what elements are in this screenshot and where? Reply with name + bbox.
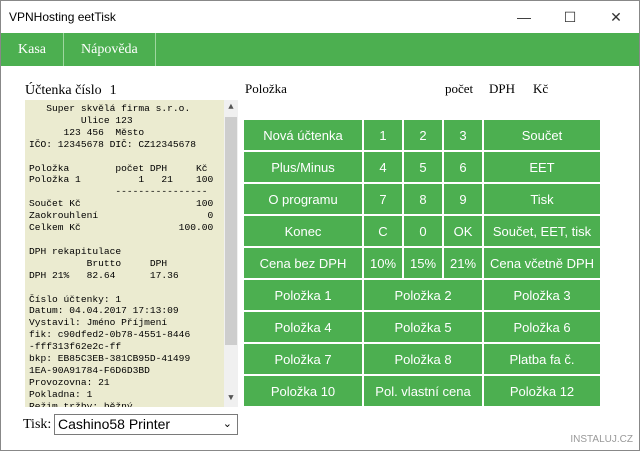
keypad-button[interactable]: Součet, EET, tisk xyxy=(483,215,601,247)
keypad-button[interactable]: Cena bez DPH xyxy=(243,247,363,279)
watermark: INSTALUJ.CZ xyxy=(570,434,633,445)
keypad-button[interactable]: Položka 5 xyxy=(363,311,483,343)
receipt-label: Účtenka číslo xyxy=(25,83,102,98)
keypad-button[interactable]: Položka 1 xyxy=(243,279,363,311)
keypad-button[interactable]: Položka 12 xyxy=(483,375,601,407)
keypad-button[interactable]: 10% xyxy=(363,247,403,279)
keypad-button[interactable]: Položka 3 xyxy=(483,279,601,311)
keypad-button[interactable]: 0 xyxy=(403,215,443,247)
header-item: Položka xyxy=(245,81,287,96)
receipt-text: Super skvělá firma s.r.o. Ulice 123 123 … xyxy=(29,103,214,407)
keypad-button[interactable]: O programu xyxy=(243,183,363,215)
keypad-button[interactable]: 4 xyxy=(363,151,403,183)
keypad-button[interactable]: C xyxy=(363,215,403,247)
keypad-button[interactable]: Konec xyxy=(243,215,363,247)
scroll-up-icon[interactable]: ▲ xyxy=(224,102,238,114)
keypad-button[interactable]: Nová účtenka xyxy=(243,119,363,151)
maximize-button[interactable]: ☐ xyxy=(547,9,593,26)
keypad-button[interactable]: 6 xyxy=(443,151,483,183)
menu-napoveda[interactable]: Nápověda xyxy=(64,33,156,66)
keypad-button[interactable]: 9 xyxy=(443,183,483,215)
header-vat: DPH xyxy=(489,81,516,96)
keypad-button[interactable]: 21% xyxy=(443,247,483,279)
menu-bar: Kasa Nápověda xyxy=(1,33,639,66)
scroll-down-icon[interactable]: ▼ xyxy=(224,393,238,405)
keypad-button[interactable]: 7 xyxy=(363,183,403,215)
keypad-button[interactable]: 2 xyxy=(403,119,443,151)
receipt-preview[interactable]: Super skvělá firma s.r.o. Ulice 123 123 … xyxy=(25,100,238,407)
keypad-button[interactable]: Položka 4 xyxy=(243,311,363,343)
receipt-scrollbar[interactable]: ▲ ▼ xyxy=(224,100,238,407)
close-button[interactable]: ✕ xyxy=(593,9,639,26)
keypad-button[interactable]: Položka 6 xyxy=(483,311,601,343)
window-title: VPNHosting eetTisk xyxy=(9,10,116,24)
keypad-button[interactable]: 15% xyxy=(403,247,443,279)
scroll-thumb[interactable] xyxy=(225,117,237,345)
keypad-button[interactable]: 1 xyxy=(363,119,403,151)
keypad-button[interactable]: Položka 10 xyxy=(243,375,363,407)
keypad-button[interactable]: Položka 7 xyxy=(243,343,363,375)
keypad-button[interactable]: Plus/Minus xyxy=(243,151,363,183)
header-czk: Kč xyxy=(533,81,549,96)
minimize-button[interactable]: — xyxy=(501,9,547,25)
receipt-number-label: Účtenka číslo 1 xyxy=(25,83,117,99)
receipt-number: 1 xyxy=(109,83,117,98)
keypad-button[interactable]: Tisk xyxy=(483,183,601,215)
menu-kasa[interactable]: Kasa xyxy=(1,33,64,66)
keypad-grid: Nová účtenka 1 2 3 Součet Plus/Minus 4 5 6 EET O p… xyxy=(243,119,601,407)
keypad-button[interactable]: 8 xyxy=(403,183,443,215)
keypad-button[interactable]: Cena včetně DPH xyxy=(483,247,601,279)
keypad-button[interactable]: Položka 2 xyxy=(363,279,483,311)
keypad-button[interactable]: 3 xyxy=(443,119,483,151)
keypad-button[interactable]: Položka 8 xyxy=(363,343,483,375)
keypad-button[interactable]: EET xyxy=(483,151,601,183)
keypad-button[interactable]: Platba fa č. xyxy=(483,343,601,375)
keypad-button[interactable]: Pol. vlastní cena xyxy=(363,375,483,407)
header-count: počet xyxy=(445,81,474,96)
title-bar: VPNHosting eetTisk — ☐ ✕ xyxy=(1,1,639,33)
keypad-button[interactable]: OK xyxy=(443,215,483,247)
keypad-button[interactable]: Součet xyxy=(483,119,601,151)
keypad-button[interactable]: 5 xyxy=(403,151,443,183)
print-label: Tisk: xyxy=(23,417,52,432)
printer-value: Cashino58 Printer xyxy=(58,416,171,432)
printer-select[interactable]: Cashino58 Printer ⌄ xyxy=(54,414,238,435)
chevron-down-icon: ⌄ xyxy=(222,418,232,430)
